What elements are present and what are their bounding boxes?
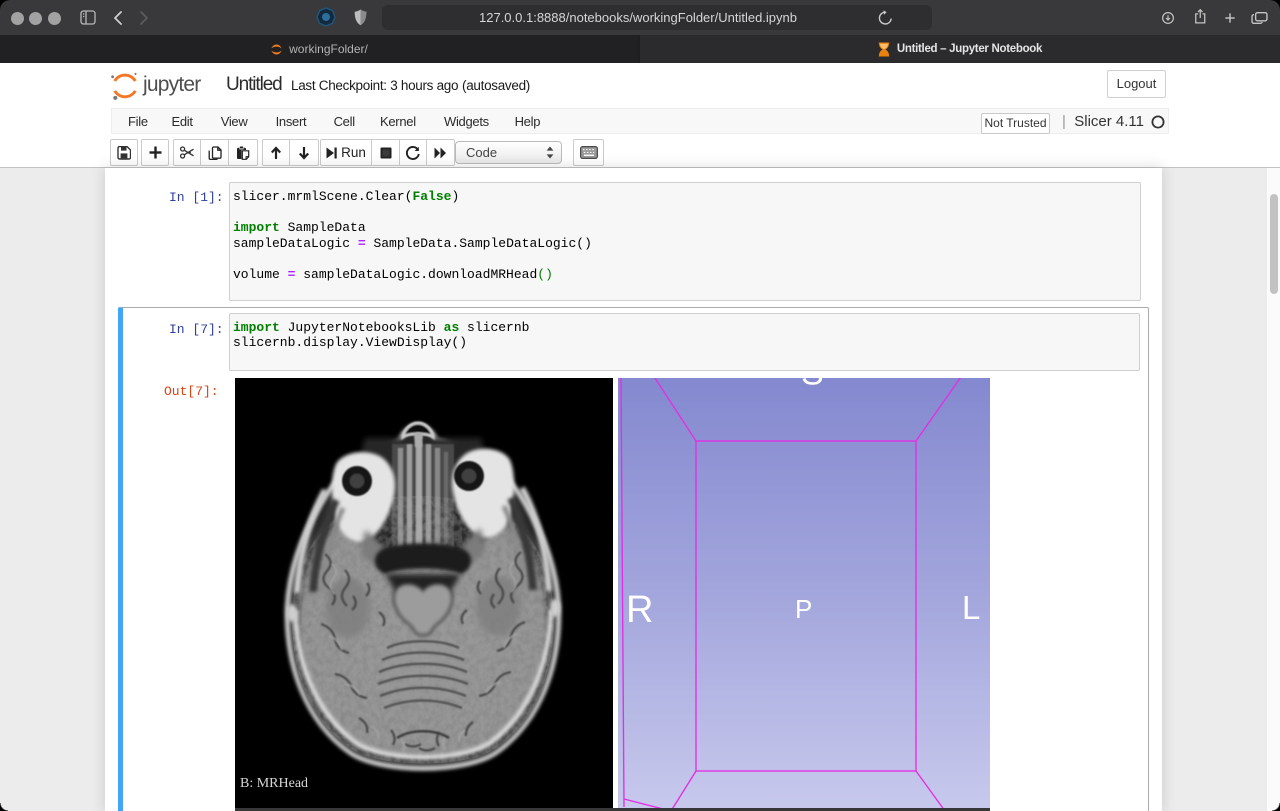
svg-text:L: L	[962, 589, 980, 626]
svg-text:R: R	[626, 589, 653, 631]
svg-text:B: MRHead: B: MRHead	[240, 776, 308, 791]
svg-text:P: P	[795, 594, 812, 624]
svg-text:S: S	[801, 378, 824, 393]
